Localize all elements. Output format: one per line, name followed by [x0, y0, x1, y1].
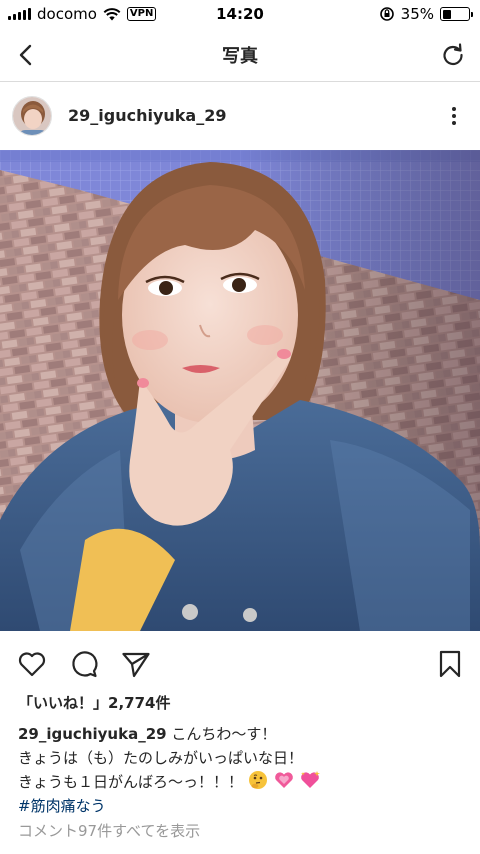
likes-number: 2,774件	[108, 694, 171, 712]
refresh-icon[interactable]	[438, 40, 468, 70]
caption-line-4: #筋肉痛なう	[18, 794, 468, 818]
caption-text-3: きょうも１日がんばろ〜っ！！！	[18, 773, 244, 791]
caption-line-2: きょうは（も）たのしみがいっぱいな日！	[18, 749, 304, 767]
nav-bar: 写真	[0, 28, 480, 82]
caption-username[interactable]: 29_iguchiyuka_29	[18, 725, 167, 743]
heart-icon[interactable]	[16, 648, 48, 680]
likes-label: 「いいね！」	[18, 694, 109, 712]
caption-text-1: こんちわ〜す！	[171, 725, 277, 743]
orientation-lock-icon	[379, 7, 394, 21]
sparkling-heart-icon	[301, 771, 321, 788]
action-bar	[0, 640, 480, 688]
thinking-face-icon	[248, 771, 267, 789]
page-title: 写真	[222, 46, 258, 67]
battery-level	[442, 9, 452, 19]
battery-percent: 35%	[400, 5, 434, 23]
avatar[interactable]	[12, 96, 52, 136]
caption-hashtag[interactable]: #筋肉痛なう	[18, 797, 106, 815]
battery-icon	[440, 7, 473, 21]
post-username[interactable]: 29_iguchiyuka_29	[68, 106, 226, 125]
likes-count[interactable]: 「いいね！」2,774件	[18, 692, 170, 713]
caption-line-3: きょうも１日がんばろ〜っ！！！	[18, 770, 468, 794]
post-photo[interactable]	[0, 150, 480, 631]
growing-heart-icon	[274, 772, 293, 788]
more-vertical-icon[interactable]	[442, 104, 466, 128]
send-icon[interactable]	[120, 648, 152, 680]
post-caption: 29_iguchiyuka_29 こんちわ〜す！ きょうは（も）たのしみがいっぱ…	[18, 722, 468, 818]
post-header: 29_iguchiyuka_29	[0, 82, 480, 150]
view-all-comments-link[interactable]: コメント97件すべてを表示	[18, 820, 200, 841]
bookmark-icon[interactable]	[434, 648, 466, 680]
status-bar: docomo VPN 14:20 35%	[0, 0, 480, 28]
status-right: 35%	[379, 5, 473, 23]
comment-icon[interactable]	[68, 648, 100, 680]
caption-line-1: 29_iguchiyuka_29 こんちわ〜す！	[18, 722, 468, 746]
